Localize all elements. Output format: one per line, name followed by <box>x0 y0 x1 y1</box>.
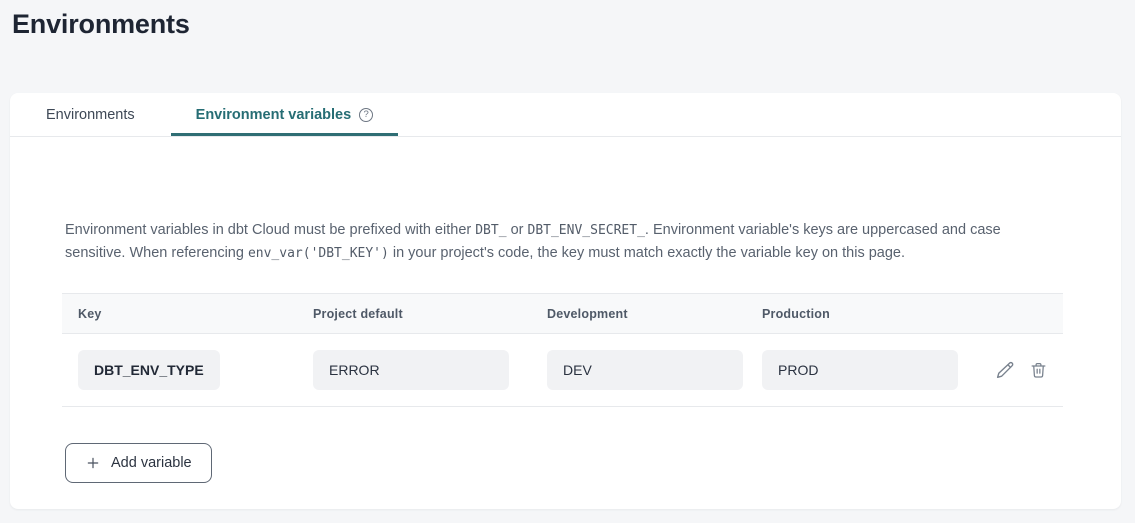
production-value: PROD <box>762 350 958 390</box>
tab-environment-variables-label: Environment variables <box>196 107 352 123</box>
column-header-development: Development <box>547 307 762 321</box>
key-cell: DBT_ENV_TYPE <box>62 350 313 390</box>
column-header-production: Production <box>762 307 995 321</box>
edit-variable-button[interactable] <box>995 360 1016 381</box>
environment-variables-card: Environments Environment variables ? Env… <box>10 93 1121 509</box>
column-header-project-default: Project default <box>313 307 547 321</box>
tab-bar: Environments Environment variables ? <box>10 93 1121 137</box>
project-default-value: ERROR <box>313 350 509 390</box>
project-default-cell: ERROR <box>313 350 547 390</box>
code-env-var-example: env_var('DBT_KEY') <box>248 246 389 261</box>
add-variable-button[interactable]: Add variable <box>65 443 212 483</box>
column-header-key: Key <box>62 307 313 321</box>
row-actions <box>995 360 1065 381</box>
page-title: Environments <box>12 9 1135 40</box>
description-text: Environment variables in dbt Cloud must … <box>65 219 1063 265</box>
variable-key-pill: DBT_ENV_TYPE <box>78 350 220 390</box>
tab-environments[interactable]: Environments <box>10 93 171 136</box>
code-dbt-env-secret-prefix: DBT_ENV_SECRET_ <box>528 223 645 238</box>
description-part1: Environment variables in dbt Cloud must … <box>65 222 475 238</box>
table-row: DBT_ENV_TYPE ERROR DEV PROD <box>62 334 1063 407</box>
delete-variable-button[interactable] <box>1029 360 1048 380</box>
help-circle-icon[interactable]: ? <box>359 108 373 122</box>
development-cell: DEV <box>547 350 762 390</box>
development-value: DEV <box>547 350 743 390</box>
production-cell: PROD <box>762 350 995 390</box>
trash-icon <box>1029 360 1048 380</box>
table-header-row: Key Project default Development Producti… <box>62 294 1063 334</box>
tab-environment-variables[interactable]: Environment variables ? <box>171 93 399 136</box>
tab-environments-label: Environments <box>46 107 135 123</box>
description-part2: or <box>507 222 528 238</box>
add-variable-label: Add variable <box>111 455 192 471</box>
code-dbt-prefix: DBT_ <box>475 223 506 238</box>
plus-icon <box>85 455 101 471</box>
description-part4: in your project's code, the key must mat… <box>389 245 905 261</box>
pencil-icon <box>995 360 1016 381</box>
variables-table: Key Project default Development Producti… <box>62 293 1063 407</box>
